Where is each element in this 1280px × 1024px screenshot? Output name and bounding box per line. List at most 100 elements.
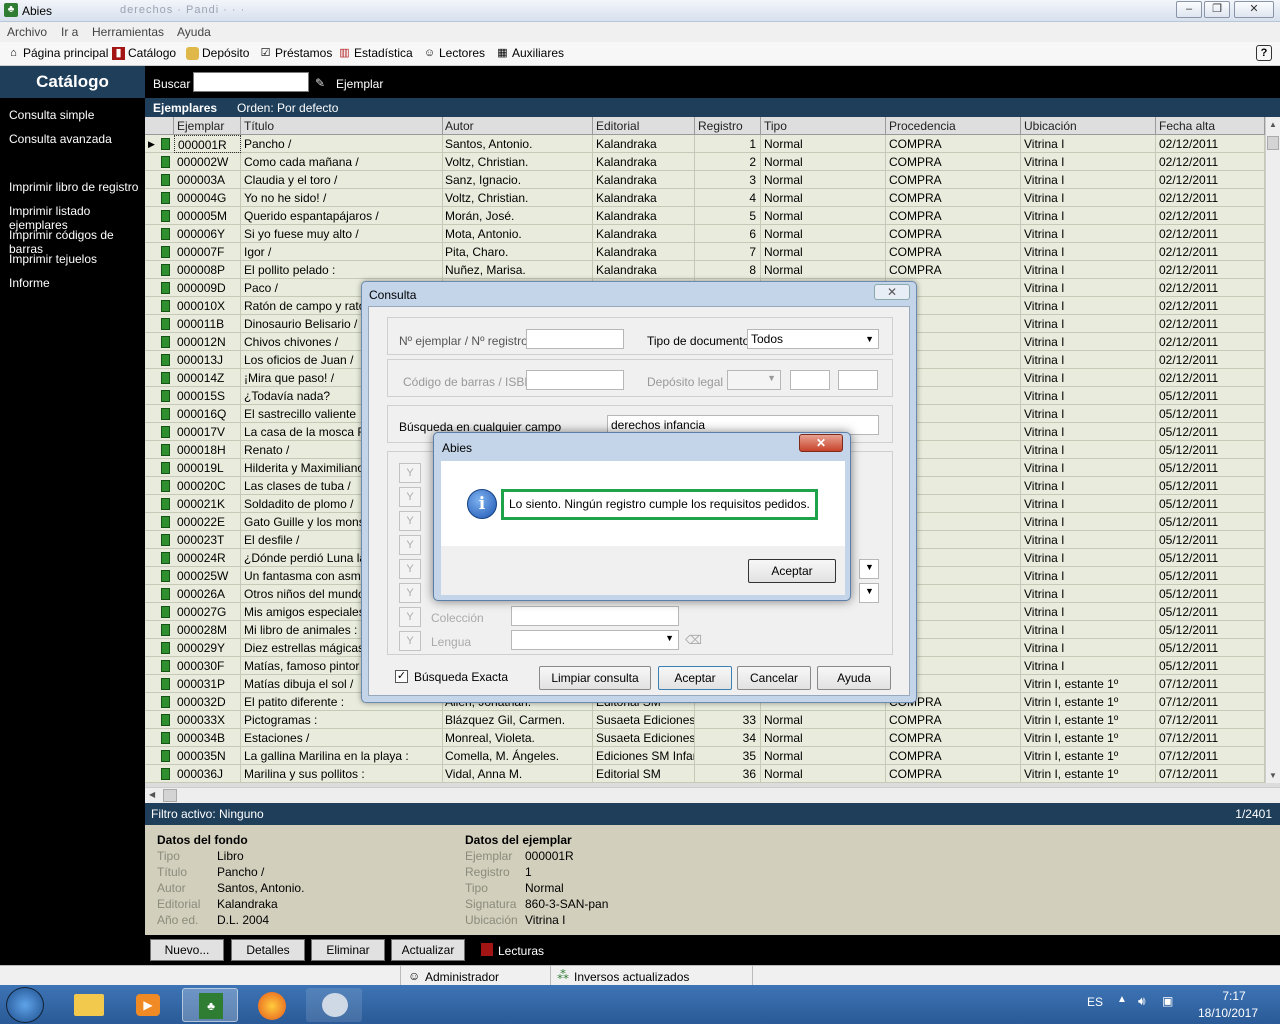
- vertical-scroll-thumb[interactable]: [1267, 136, 1279, 150]
- sidebar-item-imprimir-tejuelos[interactable]: Imprimir tejuelos: [9, 252, 97, 266]
- consulta-aceptar-button[interactable]: Aceptar: [658, 666, 732, 690]
- field-dropdown-1[interactable]: ▼: [859, 559, 879, 579]
- lengua-select[interactable]: ▼: [511, 630, 679, 650]
- y-operator-button-3[interactable]: Y: [399, 511, 421, 531]
- window-title-bar: ♣ Abies derechos · Pandi · · · – ❐ ✕: [0, 0, 1280, 22]
- barcode-input[interactable]: [526, 370, 624, 390]
- consulta-close-icon[interactable]: ✕: [874, 284, 910, 300]
- table-row[interactable]: 000008P El pollito pelado : Nuñez, Marisa.…: [145, 261, 1265, 279]
- column-header[interactable]: Fecha alta: [1156, 117, 1265, 135]
- y-operator-button-6[interactable]: Y: [399, 583, 421, 603]
- column-header[interactable]: Procedencia: [886, 117, 1021, 135]
- search-mode-ejemplar[interactable]: Ejemplar: [336, 77, 383, 91]
- toolbar-pagina-principal[interactable]: ⌂ Página principal: [7, 46, 108, 60]
- table-cell: 05/12/2011: [1156, 549, 1265, 567]
- table-row[interactable]: 000006Y Si yo fuese muy alto / Mota, Anton…: [145, 225, 1265, 243]
- scroll-up-icon[interactable]: ▲: [1269, 120, 1277, 129]
- y-operator-button-4[interactable]: Y: [399, 535, 421, 555]
- table-row[interactable]: 000035N La gallina Marilina en la playa :…: [145, 747, 1265, 765]
- table-row[interactable]: 000002W Como cada mañana / Voltz, Christia…: [145, 153, 1265, 171]
- network-icon[interactable]: ▣: [1162, 994, 1173, 1008]
- maximize-button[interactable]: ❐: [1204, 1, 1230, 18]
- detalles-button[interactable]: Detalles: [231, 939, 305, 961]
- tipo-documento-select[interactable]: Todos ▼: [747, 329, 879, 349]
- toolbar-prestamos[interactable]: ☑ Préstamos: [259, 46, 333, 60]
- table-row[interactable]: ▶ 000001R Pancho / Santos, Antonio. Kalandra…: [145, 135, 1265, 153]
- column-header[interactable]: Autor: [442, 117, 593, 135]
- tray-arrow-icon[interactable]: ▲: [1117, 994, 1127, 1005]
- alert-aceptar-button[interactable]: Aceptar: [748, 559, 836, 583]
- toolbar-auxiliares[interactable]: ▦ Auxiliares: [496, 46, 564, 60]
- table-row[interactable]: 000004G Yo no he sido! / Voltz, Christian.…: [145, 189, 1265, 207]
- sidebar-item-consulta-avanzada[interactable]: Consulta avanzada: [9, 132, 112, 146]
- coleccion-input[interactable]: [511, 606, 679, 626]
- deposito-legal-year[interactable]: [838, 370, 878, 390]
- close-window-button[interactable]: ✕: [1234, 1, 1274, 18]
- sidebar-item-informe[interactable]: Informe: [9, 276, 50, 290]
- column-header[interactable]: Título: [241, 117, 443, 135]
- eraser-icon[interactable]: ⌫: [685, 633, 702, 647]
- consulta-cancelar-button[interactable]: Cancelar: [737, 666, 811, 690]
- menu-herramientas[interactable]: Herramientas: [92, 25, 164, 39]
- help-icon[interactable]: ?: [1256, 45, 1272, 61]
- taskbar-media-player[interactable]: ▶: [120, 988, 176, 1022]
- consulta-ayuda-button[interactable]: Ayuda: [817, 666, 891, 690]
- y-operator-button-8[interactable]: Y: [399, 631, 421, 651]
- eraser-icon[interactable]: ✎: [315, 76, 325, 90]
- clock-time[interactable]: 7:17: [1204, 989, 1264, 1003]
- sidebar-item-imprimir-libro-registro[interactable]: Imprimir libro de registro: [9, 180, 138, 194]
- scroll-left-icon[interactable]: ◀: [149, 790, 155, 799]
- volume-icon[interactable]: 🔊︎: [1138, 994, 1146, 1009]
- y-operator-button-1[interactable]: Y: [399, 463, 421, 483]
- table-row[interactable]: 000036J Marilina y sus pollitos : Vidal, A…: [145, 765, 1265, 783]
- nuevo-button[interactable]: Nuevo...: [150, 939, 224, 961]
- y-operator-button-2[interactable]: Y: [399, 487, 421, 507]
- actualizar-button[interactable]: Actualizar: [391, 939, 465, 961]
- book-icon: [161, 390, 170, 402]
- menu-ir-a[interactable]: Ir a: [61, 25, 78, 39]
- horizontal-scroll-thumb[interactable]: [163, 789, 177, 802]
- taskbar-firefox[interactable]: [244, 988, 300, 1022]
- column-header[interactable]: Tipo: [761, 117, 886, 135]
- language-indicator[interactable]: ES: [1087, 995, 1103, 1009]
- deposito-legal-select[interactable]: ▼: [727, 370, 781, 390]
- toolbar-deposito[interactable]: Depósito: [186, 46, 249, 60]
- exact-search-checkbox[interactable]: ✓: [395, 670, 408, 683]
- start-button[interactable]: [6, 987, 44, 1023]
- field-dropdown-2[interactable]: ▼: [859, 583, 879, 603]
- table-row[interactable]: 000003A Claudia y el toro / Sanz, Ignacio.…: [145, 171, 1265, 189]
- toolbar-estadistica[interactable]: ▥ Estadística: [338, 46, 412, 60]
- limpiar-consulta-button[interactable]: Limpiar consulta: [539, 666, 651, 690]
- taskbar-paint[interactable]: [306, 988, 362, 1022]
- list-order[interactable]: Orden: Por defecto: [237, 101, 338, 115]
- deposito-legal-num[interactable]: [790, 370, 830, 390]
- column-header[interactable]: Editorial: [593, 117, 695, 135]
- taskbar-explorer[interactable]: [60, 988, 116, 1022]
- toolbar-catalogo[interactable]: ▮ Catálogo: [112, 46, 176, 60]
- column-header[interactable]: Registro: [695, 117, 761, 135]
- search-input[interactable]: [193, 72, 309, 92]
- y-operator-button-5[interactable]: Y: [399, 559, 421, 579]
- horizontal-scrollbar[interactable]: ◀: [145, 787, 1280, 803]
- lecturas-button[interactable]: Lecturas: [498, 944, 544, 958]
- table-cell: 07/12/2011: [1156, 729, 1265, 747]
- sidebar-item-consulta-simple[interactable]: Consulta simple: [9, 108, 94, 122]
- toolbar-lectores[interactable]: ☺ Lectores: [423, 46, 485, 60]
- vertical-scrollbar[interactable]: ▲ ▼: [1265, 117, 1280, 783]
- taskbar-abies[interactable]: ♣: [182, 988, 238, 1022]
- clock-date[interactable]: 18/10/2017: [1192, 1006, 1264, 1020]
- scroll-down-icon[interactable]: ▼: [1269, 771, 1277, 780]
- table-row[interactable]: 000007F Igor / Pita, Charo. Kalandraka 7 Norm…: [145, 243, 1265, 261]
- table-row[interactable]: 000034B Estaciones / Monreal, Violeta. Susa…: [145, 729, 1265, 747]
- minimize-button[interactable]: –: [1176, 1, 1202, 18]
- menu-ayuda[interactable]: Ayuda: [177, 25, 211, 39]
- table-row[interactable]: 000033X Pictogramas : Blázquez Gil, Carmen…: [145, 711, 1265, 729]
- alert-close-icon[interactable]: ✕: [799, 434, 843, 452]
- menu-archivo[interactable]: Archivo: [7, 25, 47, 39]
- table-row[interactable]: 000005M Querido espantapájaros / Morán, Jo…: [145, 207, 1265, 225]
- eliminar-button[interactable]: Eliminar: [311, 939, 385, 961]
- column-header[interactable]: Ejemplar: [174, 117, 241, 135]
- column-header[interactable]: Ubicación: [1021, 117, 1156, 135]
- num-ejemplar-input[interactable]: [526, 329, 624, 349]
- y-operator-button-7[interactable]: Y: [399, 607, 421, 627]
